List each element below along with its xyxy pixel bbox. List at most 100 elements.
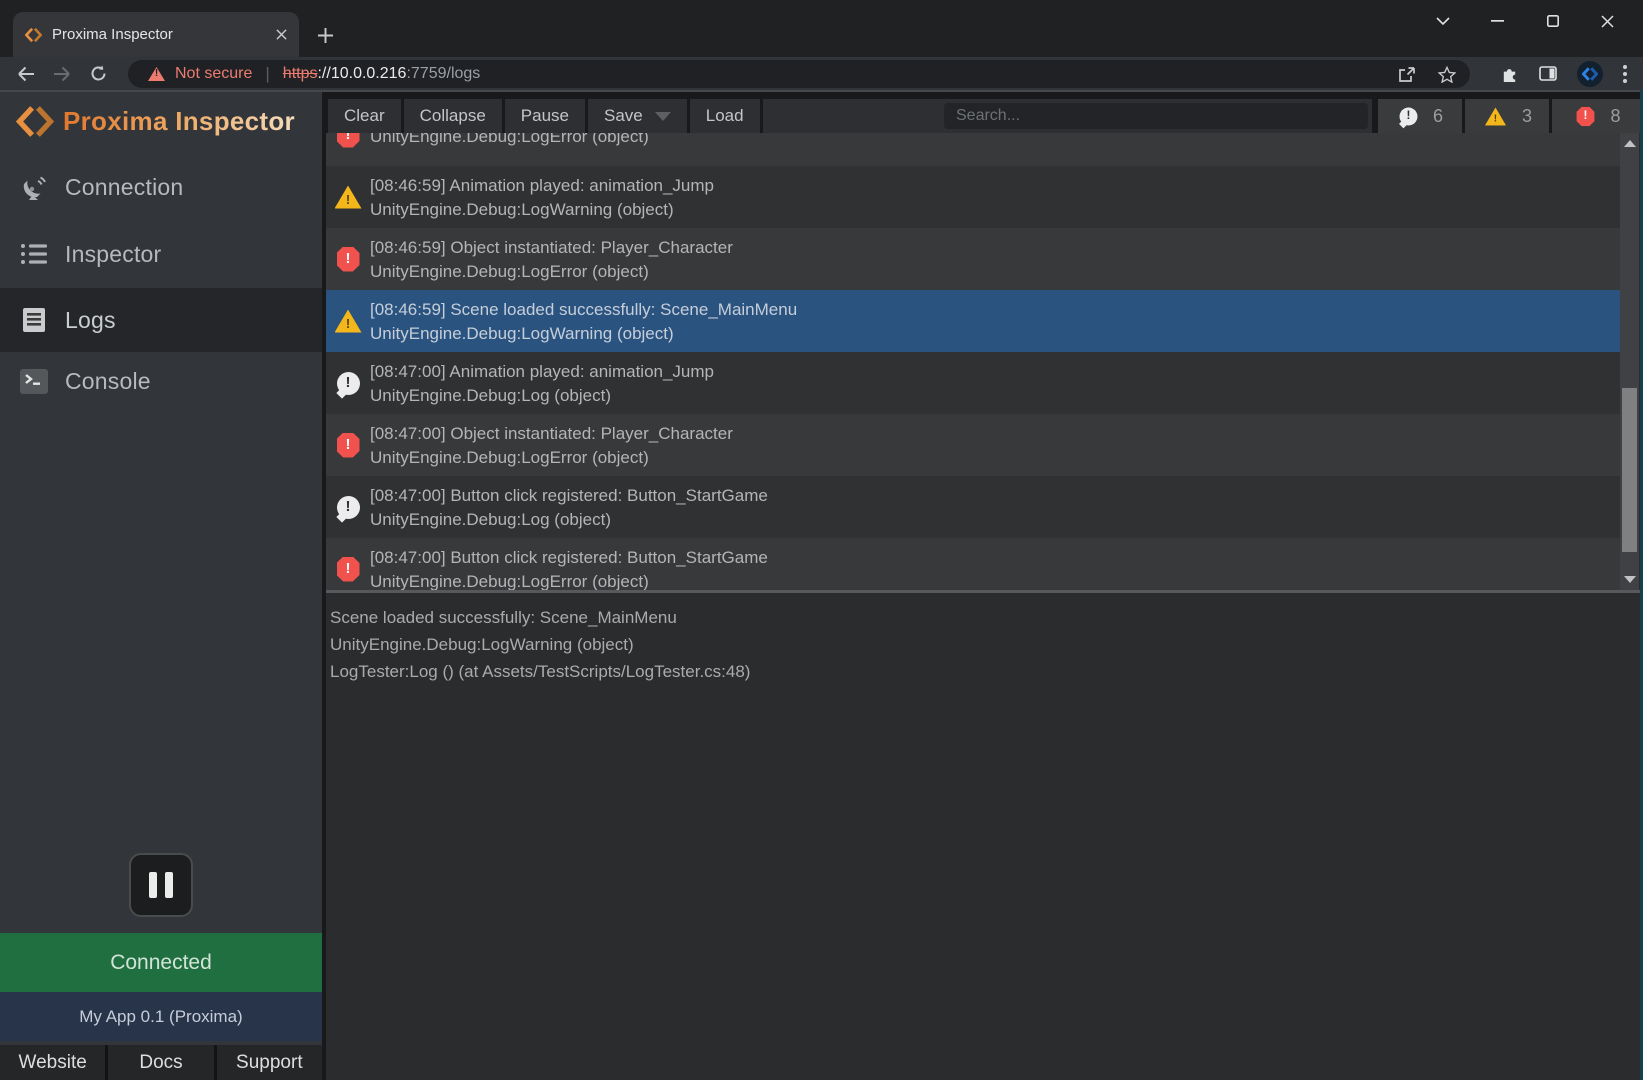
- sidebar-item-logs[interactable]: Logs: [0, 288, 322, 352]
- app-label: My App 0.1 (Proxima): [0, 992, 322, 1041]
- tab-close-icon[interactable]: [276, 29, 287, 40]
- footer-link-support[interactable]: Support: [217, 1045, 322, 1080]
- log-message: [08:46:59] Scene loaded successfully: Sc…: [370, 299, 1620, 320]
- new-tab-button[interactable]: [310, 20, 340, 50]
- window-minimize-icon[interactable]: [1470, 0, 1525, 42]
- browser-tab[interactable]: Proxima Inspector: [13, 12, 299, 57]
- app-logo: Proxima Inspector: [16, 105, 295, 138]
- log-row[interactable]: [08:47:00] Object instantiated: Player_C…: [326, 414, 1620, 476]
- window-menu-chevron-icon[interactable]: [1415, 0, 1470, 42]
- browser-action-icons: [1500, 57, 1643, 90]
- log-message: [08:47:00] Button click registered: Butt…: [370, 485, 1620, 506]
- log-row[interactable]: UnityEngine.Debug:LogError (object): [326, 133, 1620, 166]
- sidebar: Proxima Inspector Connection Inspector Log…: [0, 92, 322, 1080]
- button-label: Pause: [521, 106, 569, 126]
- log-list-scrollbar[interactable]: [1620, 133, 1639, 590]
- error-filter-badge[interactable]: 8: [1552, 99, 1643, 133]
- error-icon: [337, 433, 360, 458]
- extensions-puzzle-icon[interactable]: [1500, 64, 1519, 83]
- scrollbar-thumb[interactable]: [1622, 388, 1637, 552]
- forward-icon[interactable]: [44, 60, 80, 88]
- button-label: Clear: [344, 106, 385, 126]
- log-row[interactable]: [08:47:00] Button click registered: Butt…: [326, 476, 1620, 538]
- info-filter-badge[interactable]: 6: [1378, 99, 1462, 133]
- sidebar-item-console[interactable]: Console: [0, 356, 322, 406]
- not-secure-label[interactable]: Not secure: [175, 65, 252, 83]
- warning-icon: [1485, 107, 1506, 125]
- back-icon[interactable]: [8, 60, 44, 88]
- button-label: Load: [706, 106, 744, 126]
- sidebar-item-label: Logs: [65, 307, 116, 334]
- window-controls: [1415, 0, 1635, 42]
- terminal-icon: [18, 368, 50, 395]
- footer-link-website[interactable]: Website: [0, 1045, 105, 1080]
- log-text: UnityEngine.Debug:LogError (object): [370, 133, 1620, 147]
- scroll-up-icon[interactable]: [1620, 135, 1639, 152]
- proxima-logo-icon: [16, 105, 54, 138]
- sidebar-item-inspector[interactable]: Inspector: [0, 229, 322, 279]
- log-trace: UnityEngine.Debug:LogError (object): [370, 571, 1620, 591]
- reload-icon[interactable]: [80, 60, 116, 88]
- sidebar-footer: WebsiteDocsSupport: [0, 1045, 322, 1080]
- log-row[interactable]: [08:46:59] Object instantiated: Player_C…: [326, 228, 1620, 290]
- log-trace: UnityEngine.Debug:LogError (object): [370, 447, 1620, 468]
- tab-title: Proxima Inspector: [52, 26, 266, 43]
- satellite-icon: [18, 172, 50, 202]
- save-dropdown-caret-icon[interactable]: [655, 112, 671, 121]
- log-list[interactable]: UnityEngine.Debug:LogError (object)[08:4…: [326, 133, 1620, 590]
- log-message: [08:46:59] Animation played: animation_J…: [370, 175, 1620, 196]
- logs-toolbar: Clear Collapse Pause Save Load 6 3 8: [326, 92, 1643, 133]
- log-text: [08:47:00] Animation played: animation_J…: [370, 361, 1620, 406]
- log-message: [08:47:00] Animation played: animation_J…: [370, 361, 1620, 382]
- browser-menu-icon[interactable]: [1623, 65, 1627, 83]
- button-label: Collapse: [420, 106, 486, 126]
- pause-stream-button[interactable]: [129, 853, 193, 917]
- log-row[interactable]: [08:47:00] Button click registered: Butt…: [326, 538, 1620, 590]
- share-icon[interactable]: [1398, 66, 1416, 83]
- save-button[interactable]: Save: [588, 99, 687, 133]
- log-icon-column: [326, 372, 370, 395]
- log-icon-column: [326, 133, 370, 148]
- load-button[interactable]: Load: [690, 99, 760, 133]
- log-row-selected[interactable]: [08:46:59] Scene loaded successfully: Sc…: [326, 290, 1620, 352]
- detail-line: UnityEngine.Debug:LogWarning (object): [330, 631, 1643, 658]
- log-icon-column: [326, 557, 370, 582]
- button-label: Save: [604, 106, 643, 126]
- warning-icon: [335, 310, 362, 333]
- collapse-button[interactable]: Collapse: [404, 99, 502, 133]
- log-icon-column: [326, 186, 370, 209]
- error-count: 8: [1610, 106, 1620, 127]
- sidebar-item-connection[interactable]: Connection: [0, 162, 322, 212]
- log-row[interactable]: [08:46:59] Animation played: animation_J…: [326, 166, 1620, 228]
- bookmark-star-icon[interactable]: [1438, 66, 1456, 83]
- profile-avatar[interactable]: [1577, 61, 1603, 87]
- info-icon: [1400, 107, 1418, 125]
- scroll-down-icon[interactable]: [1620, 571, 1639, 588]
- window-maximize-icon[interactable]: [1525, 0, 1580, 42]
- url-path: :7759/logs: [406, 65, 480, 83]
- not-secure-warning-icon[interactable]: [148, 67, 165, 81]
- clear-button[interactable]: Clear: [328, 99, 401, 133]
- log-icon-column: [326, 496, 370, 519]
- document-icon: [18, 306, 50, 334]
- window-close-icon[interactable]: [1580, 0, 1635, 42]
- log-trace: UnityEngine.Debug:LogWarning (object): [370, 199, 1620, 220]
- log-detail-pane: Scene loaded successfully: Scene_MainMen…: [326, 593, 1643, 1080]
- error-icon: [337, 133, 360, 148]
- error-icon: [1577, 106, 1595, 126]
- log-message: [08:47:00] Object instantiated: Player_C…: [370, 423, 1620, 444]
- search-input[interactable]: [944, 103, 1368, 129]
- log-message: [08:46:59] Object instantiated: Player_C…: [370, 237, 1620, 258]
- detail-line: LogTester:Log () (at Assets/TestScripts/…: [330, 658, 1643, 685]
- pause-button[interactable]: Pause: [505, 99, 585, 133]
- log-row[interactable]: [08:47:00] Animation played: animation_J…: [326, 352, 1620, 414]
- error-icon: [337, 557, 360, 582]
- info-icon: [337, 372, 360, 395]
- sidebar-item-label: Connection: [65, 174, 183, 201]
- sidebar-item-label: Console: [65, 368, 151, 395]
- footer-link-docs[interactable]: Docs: [108, 1045, 213, 1080]
- side-panel-icon[interactable]: [1539, 66, 1557, 81]
- warning-filter-badge[interactable]: 3: [1465, 99, 1549, 133]
- omnibox[interactable]: Not secure | https://10.0.0.216:7759/log…: [128, 60, 1470, 88]
- info-count: 6: [1433, 106, 1443, 127]
